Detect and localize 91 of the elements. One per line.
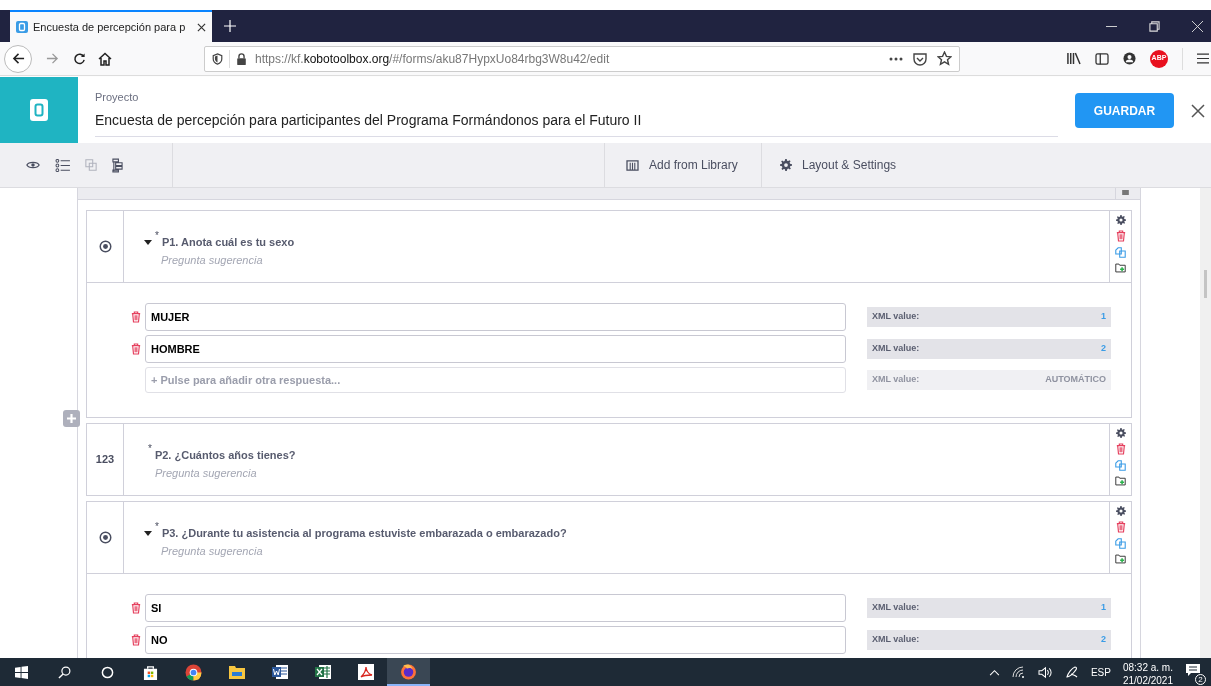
project-name-field[interactable]: Encuesta de percepción para participantes del Programa Formándonos para el Futuro II (95, 110, 1058, 137)
option-label-field[interactable]: SI (145, 594, 846, 622)
project-label: Proyecto (95, 90, 140, 104)
folder-plus-icon[interactable] (1115, 476, 1126, 486)
radio-icon (98, 240, 112, 253)
windows-start-icon[interactable] (15, 665, 28, 679)
plus-icon (67, 414, 76, 423)
library-icon (626, 159, 639, 171)
more-dots-icon[interactable] (889, 56, 903, 61)
sidebar-icon[interactable] (1095, 52, 1109, 65)
add-option-field[interactable]: + Pulse para añadir otra respuesta... (145, 367, 846, 393)
trash-icon[interactable] (1115, 230, 1126, 242)
required-mark: * (155, 231, 159, 241)
excel-icon[interactable] (314, 664, 331, 680)
tab-title: Encuesta de percepción para p (33, 19, 187, 35)
folder-icon[interactable] (228, 665, 245, 679)
kobo-logo-icon (30, 99, 48, 121)
notification-count: 2 (1195, 674, 1206, 685)
trash-icon[interactable] (131, 634, 141, 646)
store-bag-icon[interactable] (143, 664, 158, 680)
gear-icon (780, 159, 792, 171)
question-list-icon[interactable] (55, 158, 70, 172)
close-window-icon[interactable] (1192, 20, 1203, 32)
option-label-field[interactable]: MUJER (145, 303, 846, 331)
trash-icon[interactable] (1115, 443, 1126, 455)
required-mark: * (155, 522, 159, 532)
gear-icon[interactable] (1115, 506, 1126, 516)
option-label-field[interactable]: HOMBRE (145, 335, 846, 363)
folder-plus-icon[interactable] (1115, 554, 1126, 564)
question-title[interactable]: P2. ¿Cuántos años tienes? (154, 447, 296, 464)
volume-icon[interactable] (1037, 665, 1053, 679)
scrollbar-thumb[interactable] (1204, 270, 1207, 298)
copy-icon[interactable] (1115, 247, 1126, 258)
forward-arrow-icon[interactable] (46, 52, 59, 65)
question-title[interactable]: P1. Anota cuál es tu sexo (161, 234, 295, 251)
address-bar[interactable]: https://kf.kobotoolbox.org/#/forms/aku87HypxUo84rbg3W8u42/edit (204, 45, 960, 72)
account-icon[interactable] (1123, 52, 1136, 65)
menu-icon[interactable] (1197, 53, 1209, 64)
cortana-circle-icon[interactable] (101, 665, 114, 679)
question-title[interactable]: P3. ¿Durante tu asistencia al programa estuviste embarazada o embarazado? (161, 525, 567, 542)
gear-icon[interactable] (1115, 215, 1126, 225)
bookmark-star-icon[interactable] (937, 51, 952, 66)
close-icon[interactable] (1191, 103, 1205, 118)
home-icon[interactable] (98, 51, 112, 66)
gear-icon[interactable] (1115, 428, 1126, 438)
radio-icon (98, 531, 112, 544)
pen-icon[interactable] (1064, 665, 1079, 679)
chevron-up-icon[interactable] (988, 668, 1000, 676)
xml-value-field[interactable]: XML value: 2 (867, 339, 1111, 359)
xml-value-field[interactable]: XML value: 1 (867, 307, 1111, 327)
trash-icon[interactable] (131, 343, 141, 355)
trash-icon[interactable] (1115, 521, 1126, 533)
back-button[interactable] (4, 44, 32, 73)
restore-icon[interactable] (1149, 20, 1160, 32)
copy-icon[interactable] (1115, 460, 1126, 471)
chrome-icon[interactable] (185, 663, 202, 681)
kobo-logo-icon (16, 21, 28, 33)
add-from-library-button[interactable]: Add from Library (604, 143, 761, 187)
language-indicator[interactable]: ESP (1090, 664, 1111, 680)
pocket-icon[interactable] (913, 51, 927, 66)
number-type-label: 123 (95, 452, 115, 468)
shield-icon[interactable] (212, 52, 223, 65)
lock-icon (236, 52, 247, 65)
xml-value-field[interactable]: XML value: 2 (867, 630, 1111, 650)
layout-settings-button[interactable]: Layout & Settings (761, 143, 1211, 187)
firefox-icon[interactable] (400, 662, 417, 680)
folder-plus-icon[interactable] (1115, 263, 1126, 273)
option-label-field[interactable]: NO (145, 626, 846, 654)
caret-down-icon[interactable] (144, 240, 152, 245)
reload-icon[interactable] (73, 52, 86, 65)
group-tree-icon[interactable] (112, 157, 123, 173)
clock[interactable]: 08:32 a. m. 21/02/2021 (1122, 657, 1173, 686)
trash-icon[interactable] (131, 311, 141, 323)
preview-eye-icon[interactable] (26, 160, 40, 170)
logo-tile[interactable] (0, 77, 78, 143)
word-icon[interactable] (271, 664, 288, 680)
library-icon[interactable] (1066, 52, 1081, 65)
caret-down-icon[interactable] (144, 531, 152, 536)
browser-tab[interactable]: Encuesta de percepción para p (10, 10, 212, 42)
back-arrow-icon (11, 52, 25, 65)
url-text: https://kf.kobotoolbox.org/#/forms/aku87HypxUo84rbg3W8u42/edit (255, 50, 611, 68)
xml-value-field[interactable]: XML value: 1 (867, 598, 1111, 618)
trash-icon[interactable] (131, 602, 141, 614)
wifi-icon[interactable] (1011, 666, 1026, 678)
new-tab-icon[interactable] (224, 20, 236, 32)
required-mark: * (148, 444, 152, 454)
search-icon[interactable] (58, 665, 71, 679)
notification-icon[interactable] (1185, 663, 1201, 677)
close-tab-icon[interactable] (197, 22, 206, 32)
pdf-reader-icon[interactable] (357, 664, 374, 680)
copy-icon[interactable] (1115, 538, 1126, 549)
